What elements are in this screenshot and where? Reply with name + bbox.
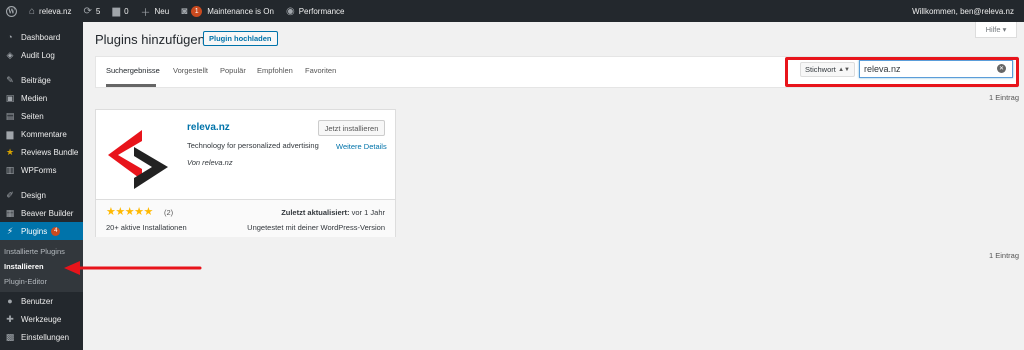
pin-icon: ✎ [6, 74, 14, 85]
active-tab-indicator [106, 84, 156, 87]
sidebar-item-label: Beaver Builder [21, 208, 74, 218]
greeting: Willkommen, ben@releva.nz [912, 6, 1014, 16]
comment-bubble-icon: ▆ [112, 5, 121, 17]
sidebar-item-posts[interactable]: ✎ Beiträge [0, 71, 83, 89]
sidebar-item-label: Dashboard [21, 32, 61, 42]
tab-popular[interactable]: Populär [220, 66, 246, 75]
performance-menu[interactable]: ◉ Performance [280, 0, 351, 22]
brush-icon: ✐ [6, 189, 14, 200]
tab-search-results[interactable]: Suchergebnisse [106, 66, 160, 75]
settings-icon: ▩ [5, 331, 15, 342]
media-icon: ▣ [5, 92, 15, 103]
results-count-top: 1 Eintrag [989, 93, 1020, 102]
plugin-icon: ⚡ [6, 225, 14, 236]
sidebar-item-settings[interactable]: ▩ Einstellungen [0, 328, 83, 346]
plugin-name-link[interactable]: releva.nz [187, 122, 230, 133]
admin-bar: W ⌂ releva.nz ⟳ 5 ▆ 0 ＋ Neu ◙ 1 Maintena… [0, 0, 1024, 22]
user-icon: ● [7, 296, 13, 306]
plus-icon: ＋ [140, 7, 151, 19]
active-installs: 20+ aktive Installationen [106, 223, 187, 232]
sidebar-item-label: Seiten [21, 111, 44, 121]
plugin-logo [108, 130, 168, 189]
install-now-button[interactable]: Jetzt installieren [318, 120, 385, 136]
sidebar-item-label: Kommentare [21, 129, 67, 139]
sidebar-item-label: Design [21, 190, 46, 200]
compatibility-note: Ungetestet mit deiner WordPress-Version [247, 223, 385, 232]
sidebar-item-label: Plugins [21, 226, 48, 236]
site-name: releva.nz [39, 6, 72, 16]
svg-text:W: W [7, 8, 15, 15]
sidebar-item-audit-log[interactable]: ◈ Audit Log [0, 46, 83, 64]
plugins-update-badge: 4 [51, 226, 61, 236]
results-count-bottom: 1 Eintrag [989, 251, 1020, 260]
wrench-icon: ✚ [6, 313, 14, 324]
site-name-menu[interactable]: ⌂ releva.nz [23, 0, 78, 22]
sidebar-item-wpforms[interactable]: ▥ WPForms [0, 161, 83, 179]
admin-sidebar: ◔ Dashboard ◈ Audit Log ✎ Beiträge ▣ Medien … [0, 22, 83, 350]
plugin-author: Von releva.nz [187, 158, 233, 167]
sidebar-item-design[interactable]: ✐ Design [0, 186, 83, 204]
star-icon: ★ [5, 146, 15, 157]
sidebar-item-label: Einstellungen [21, 332, 70, 342]
tab-recommended[interactable]: Empfohlen [257, 66, 293, 75]
updates-menu[interactable]: ⟳ 5 [78, 0, 107, 22]
sidebar-item-label: Audit Log [21, 50, 55, 60]
rating-count: (2) [164, 208, 174, 217]
plugin-description: Technology for personalized advertising [187, 141, 319, 150]
sidebar-item-plugins[interactable]: ⚡ Plugins 4 [0, 222, 83, 240]
sidebar-item-comments[interactable]: ▆ Kommentare [0, 125, 83, 143]
updates-count: 5 [95, 6, 101, 16]
last-updated-value: vor 1 Jahr [351, 208, 385, 217]
account-menu[interactable]: Willkommen, ben@releva.nz [906, 0, 1024, 22]
maintenance-label: Maintenance is On [207, 6, 274, 16]
sidebar-item-users[interactable]: ● Benutzer [0, 292, 83, 310]
sidebar-item-reviews-bundle[interactable]: ★ Reviews Bundle [0, 143, 83, 161]
forms-icon: ▥ [5, 164, 15, 175]
shield-icon: ◙ [181, 5, 188, 17]
new-content-menu[interactable]: ＋ Neu [135, 0, 176, 22]
notification-badge: 1 [191, 5, 203, 17]
sidebar-item-tools[interactable]: ✚ Werkzeuge [0, 310, 83, 328]
sidebar-item-beaver-builder[interactable]: ▦ Beaver Builder [0, 204, 83, 222]
page-title: Plugins hinzufügen [95, 32, 205, 47]
submenu-plugin-editor[interactable]: Plugin-Editor [0, 274, 83, 289]
sidebar-item-label: Reviews Bundle [21, 147, 79, 157]
last-updated-label: Zuletzt aktualisiert: [281, 208, 350, 217]
comment-icon: ▆ [6, 128, 14, 139]
comments-menu[interactable]: ▆ 0 [106, 0, 134, 22]
tab-favorites[interactable]: Favoriten [305, 66, 336, 75]
sidebar-item-pages[interactable]: ▤ Seiten [0, 107, 83, 125]
plugin-card-footer: ★★★★★ (2) Zuletzt aktualisiert: vor 1 Ja… [96, 199, 395, 237]
refresh-icon: ⟳ [83, 5, 92, 17]
new-label: Neu [154, 6, 170, 16]
sidebar-item-label: Beiträge [21, 75, 51, 85]
wp-logo-menu[interactable]: W [0, 0, 23, 22]
home-icon: ⌂ [29, 5, 36, 17]
security-plugin-menu[interactable]: ◙ 1 Maintenance is On [175, 0, 280, 22]
plugin-card: releva.nz Jetzt installieren Technology … [95, 109, 396, 237]
sidebar-item-label: Werkzeuge [21, 314, 62, 324]
submenu-installed-plugins[interactable]: Installierte Plugins [0, 244, 83, 259]
annotation-arrow-icon [64, 261, 202, 275]
comments-count: 0 [124, 6, 129, 16]
help-tab-button[interactable]: Hilfe ▾ [975, 22, 1017, 38]
builder-icon: ▦ [5, 207, 15, 218]
gauge-icon: ◉ [285, 5, 295, 17]
sidebar-item-label: WPForms [21, 165, 57, 175]
sidebar-item-media[interactable]: ▣ Medien [0, 89, 83, 107]
search-highlight-annotation [785, 57, 1019, 87]
last-updated: Zuletzt aktualisiert: vor 1 Jahr [281, 208, 385, 217]
more-details-link[interactable]: Weitere Details [336, 142, 387, 151]
upload-plugin-button[interactable]: Plugin hochladen [203, 31, 278, 46]
sidebar-item-dashboard[interactable]: ◔ Dashboard [0, 28, 83, 46]
dashboard-icon: ◔ [7, 32, 13, 42]
tab-featured[interactable]: Vorgestellt [173, 66, 208, 75]
wordpress-icon: W [6, 5, 17, 17]
rating-stars-icon: ★★★★★ [106, 206, 153, 218]
sidebar-item-label: Medien [21, 93, 48, 103]
audit-log-icon: ◈ [6, 49, 14, 60]
sidebar-item-label: Benutzer [21, 296, 54, 306]
performance-label: Performance [298, 6, 345, 16]
page-icon: ▤ [5, 110, 15, 121]
